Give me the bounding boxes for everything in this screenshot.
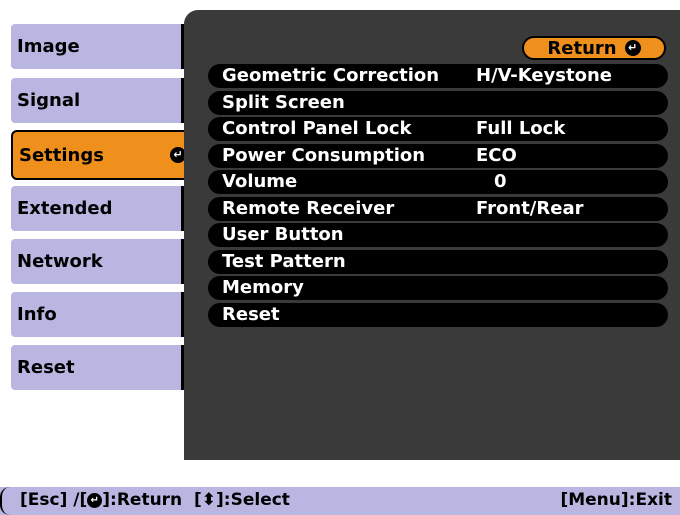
up-down-arrow-icon: ⬍ xyxy=(201,490,217,510)
setting-row-remote-receiver[interactable]: Remote Receiver Front/Rear xyxy=(208,196,668,221)
menu-item-label: Extended xyxy=(17,198,113,219)
setting-row-test-pattern[interactable]: Test Pattern xyxy=(208,249,668,274)
main-menu: Image Signal Settings ↵ Extended Network… xyxy=(0,0,195,460)
setting-label: Test Pattern xyxy=(222,250,346,272)
enter-icon: ↵ xyxy=(87,492,103,508)
setting-row-volume[interactable]: Volume 0 xyxy=(208,170,668,194)
setting-row-user-button[interactable]: User Button xyxy=(208,223,668,247)
setting-label: Split Screen xyxy=(222,91,345,113)
return-button[interactable]: Return ↵ xyxy=(522,36,666,60)
setting-value: Front/Rear xyxy=(476,197,584,219)
setting-label: Reset xyxy=(222,303,280,325)
return-label: Return xyxy=(547,37,617,59)
menu-item-label: Reset xyxy=(17,357,75,378)
setting-row-geometric-correction[interactable]: Geometric Correction H/V-Keystone xyxy=(208,64,668,88)
menu-item-label: Network xyxy=(17,251,103,272)
menu-item-extended[interactable]: Extended xyxy=(11,186,195,231)
menu-item-network[interactable]: Network xyxy=(11,239,195,284)
setting-value: ECO xyxy=(476,144,517,166)
exit-hint: [Menu]:Exit xyxy=(560,490,672,510)
setting-row-memory[interactable]: Memory xyxy=(208,276,668,300)
setting-value: Full Lock xyxy=(476,118,566,139)
setting-value: 0 xyxy=(494,171,507,192)
setting-row-reset[interactable]: Reset xyxy=(208,302,668,327)
esc-hint: [Esc] /[ xyxy=(20,490,88,510)
setting-label: User Button xyxy=(222,224,344,245)
select-hint: ]:Select xyxy=(216,490,290,510)
setting-value: H/V-Keystone xyxy=(476,65,613,86)
menu-item-image[interactable]: Image xyxy=(11,24,195,69)
enter-icon: ↵ xyxy=(624,40,641,56)
setting-row-split-screen[interactable]: Split Screen xyxy=(208,90,668,115)
help-bar-left: [Esc] /[↵]:Return [⬍]:Select xyxy=(20,490,290,510)
setting-label: Power Consumption xyxy=(222,144,426,166)
menu-item-label: Signal xyxy=(17,90,81,111)
menu-item-settings[interactable]: Settings ↵ xyxy=(11,130,194,180)
menu-item-label: Image xyxy=(17,36,80,57)
select-prefix: [ xyxy=(194,490,202,510)
menu-item-info[interactable]: Info xyxy=(11,292,195,337)
setting-row-power-consumption[interactable]: Power Consumption ECO xyxy=(208,143,668,168)
setting-label: Remote Receiver xyxy=(222,197,395,219)
setting-label: Volume xyxy=(222,171,298,192)
menu-item-label: Settings xyxy=(19,144,104,166)
return-hint: ]:Return xyxy=(102,490,183,510)
menu-item-reset[interactable]: Reset xyxy=(11,345,195,390)
setting-row-control-panel-lock[interactable]: Control Panel Lock Full Lock xyxy=(208,117,668,141)
setting-label: Control Panel Lock xyxy=(222,118,412,139)
help-bar-cap xyxy=(0,487,10,515)
menu-item-signal[interactable]: Signal xyxy=(11,78,195,123)
menu-item-label: Info xyxy=(17,304,57,325)
settings-list: Geometric Correction H/V-Keystone Split … xyxy=(208,64,668,329)
setting-label: Memory xyxy=(222,277,304,298)
setting-label: Geometric Correction xyxy=(222,65,440,86)
help-bar: [Esc] /[↵]:Return [⬍]:Select [Menu]:Exit xyxy=(0,487,680,515)
